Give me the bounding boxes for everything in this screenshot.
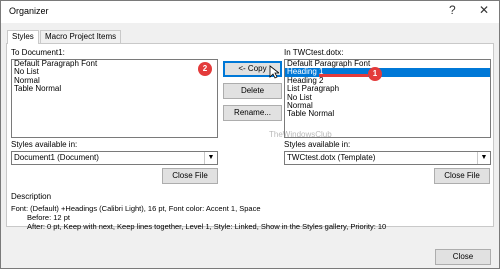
description-line-1: Font: (Default) +Headings (Calibri Light… (11, 204, 261, 213)
right-styles-list[interactable]: Default Paragraph Font Heading 1 Heading… (284, 59, 491, 138)
annotation-badge-2: 2 (198, 62, 212, 76)
left-styles-list[interactable]: Default Paragraph Font No List Normal Ta… (11, 59, 218, 138)
description-line-3: After: 0 pt, Keep with next, Keep lines … (27, 222, 387, 231)
close-icon[interactable]: ✕ (479, 3, 489, 17)
left-list-label: To Document1: (11, 48, 65, 57)
description-label: Description (11, 192, 52, 201)
chevron-down-icon[interactable]: ▼ (477, 152, 490, 164)
rename-button[interactable]: Rename... (223, 105, 282, 121)
left-available-label: Styles available in: (11, 140, 78, 149)
list-item[interactable]: Table Normal (285, 109, 490, 118)
right-available-label: Styles available in: (284, 140, 351, 149)
close-button[interactable]: Close (435, 249, 491, 265)
description-line-2: Before: 12 pt (27, 213, 70, 222)
list-item[interactable]: Default Paragraph Font (12, 60, 217, 68)
list-item[interactable]: List Paragraph (285, 84, 490, 93)
left-close-file-button[interactable]: Close File (162, 168, 218, 184)
watermark: TheWindowsClub (269, 130, 332, 139)
tab-macro-project-items[interactable]: Macro Project Items (40, 30, 122, 43)
help-icon[interactable]: ? (449, 3, 456, 17)
right-list-label: In TWCtest.dotx: (284, 48, 344, 57)
list-item[interactable]: No List (12, 67, 217, 76)
delete-button[interactable]: Delete (223, 83, 282, 99)
left-available-select[interactable]: Document1 (Document) ▼ (11, 151, 218, 165)
tab-styles[interactable]: Styles (7, 30, 39, 44)
organizer-dialog: Organizer ? ✕ Styles Macro Project Items… (0, 0, 500, 269)
annotation-badge-1: 1 (368, 67, 382, 81)
title-bar: Organizer ? ✕ (1, 1, 499, 23)
right-available-select[interactable]: TWCtest.dotx (Template) ▼ (284, 151, 491, 165)
list-item[interactable]: No List (285, 93, 490, 102)
dialog-title: Organizer (9, 6, 49, 16)
right-close-file-button[interactable]: Close File (434, 168, 490, 184)
annotation-arrow (319, 74, 368, 77)
mouse-cursor-icon (269, 65, 279, 79)
chevron-down-icon[interactable]: ▼ (204, 152, 217, 164)
list-item[interactable]: Table Normal (12, 84, 217, 93)
